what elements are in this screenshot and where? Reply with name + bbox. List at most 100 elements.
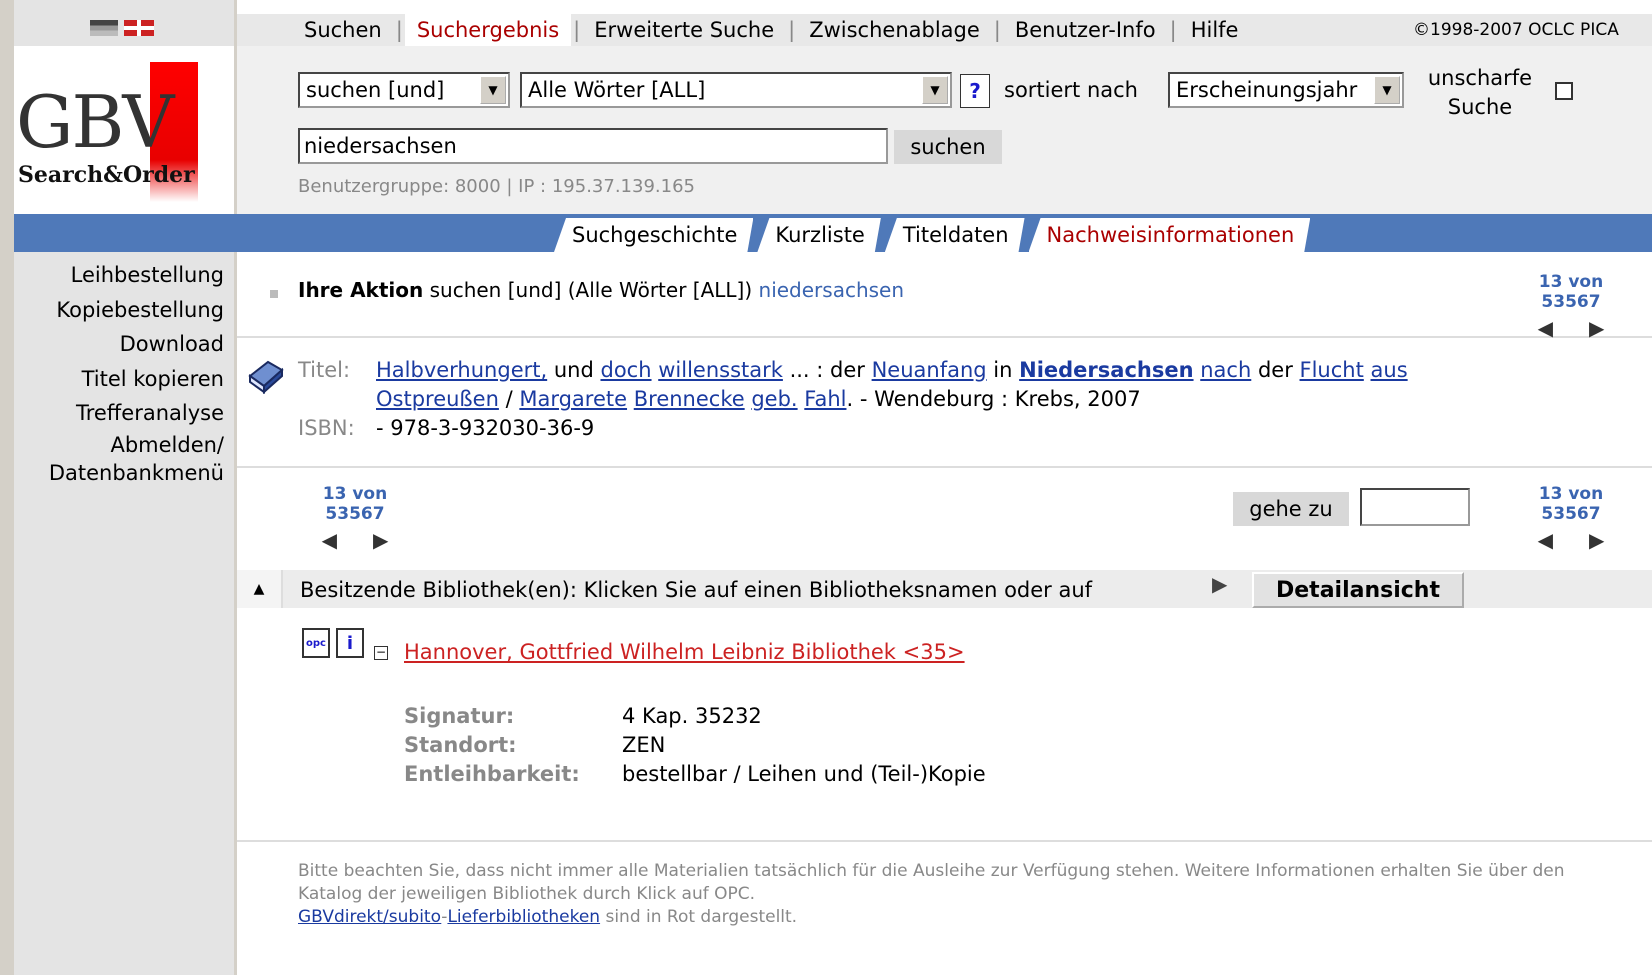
tab-titeldaten[interactable]: Titeldaten [885, 218, 1025, 252]
next-arrow-icon[interactable]: ▶ [1589, 528, 1604, 552]
fuzzy-search-checkbox[interactable] [1555, 82, 1573, 100]
sidebar-item-trefferanalyse[interactable]: Trefferanalyse [14, 396, 224, 431]
search-input[interactable]: niedersachsen [298, 128, 888, 164]
goto-input[interactable] [1360, 488, 1470, 526]
title-word-link[interactable]: Fahl [804, 387, 846, 411]
dropdown-arrow-icon[interactable]: ▼ [480, 76, 506, 104]
index-select[interactable]: Alle Wörter [ALL] ▼ [520, 72, 952, 108]
title-word-link[interactable]: Niedersachsen [1019, 358, 1193, 382]
language-flags [90, 20, 154, 36]
top-menu: Suchen | Suchergebnis | Erweiterte Suche… [292, 14, 1250, 46]
collapse-up-icon[interactable]: ▲ [237, 570, 283, 608]
title-word-link[interactable]: Flucht [1300, 358, 1364, 382]
left-pager: 13 von 53567 ◀ ▶ [292, 484, 418, 552]
title-word-link[interactable]: willensstark [658, 358, 783, 382]
sidebar-item-datenbankmenu[interactable]: Datenbankmenü [14, 459, 224, 487]
sidebar-item-download[interactable]: Download [14, 327, 224, 362]
pager-arrows: ◀ ▶ [1508, 528, 1634, 552]
opc-icon[interactable]: opc [302, 628, 330, 658]
library-icons: opc i [302, 628, 364, 658]
title-word-link[interactable]: Ostpreußen [376, 387, 499, 411]
entleihbarkeit-label: Entleihbarkeit: [404, 762, 580, 786]
title-label: Titel: [298, 358, 351, 382]
menu-divider: | [395, 18, 403, 42]
action-label: Ihre Aktion [298, 278, 424, 302]
tab-suchgeschichte[interactable]: Suchgeschichte [554, 218, 753, 252]
info-icon[interactable]: i [336, 628, 364, 658]
menu-erweiterte-suche[interactable]: Erweiterte Suche [582, 18, 786, 42]
result-counter: 13 von 53567 [1538, 484, 1604, 524]
logo-gbv: GBV [16, 80, 174, 164]
operator-select[interactable]: suchen [und] ▼ [298, 72, 510, 108]
standort-value: ZEN [622, 733, 666, 757]
title-word-link[interactable]: doch [600, 358, 651, 382]
isbn-value: - 978-3-932030-36-9 [376, 416, 595, 440]
menu-suchen[interactable]: Suchen [292, 18, 394, 42]
index-value: Alle Wörter [ALL] [528, 78, 706, 102]
title-word-link[interactable]: Brennecke [634, 387, 745, 411]
sidebar-item-leihbestellung[interactable]: Leihbestellung [14, 258, 224, 293]
title-line-1: Halbverhungert, und doch willensstark ..… [376, 358, 1408, 382]
lieferbibliotheken-link[interactable]: Lieferbibliotheken [447, 907, 600, 927]
title-word-link[interactable]: Neuanfang [872, 358, 987, 382]
title-text: / [498, 387, 520, 411]
title-word-link[interactable]: nach [1200, 358, 1251, 382]
title-word-link[interactable]: aus [1371, 358, 1408, 382]
tab-nachweisinformationen[interactable]: Nachweisinformationen [1029, 218, 1311, 252]
prev-arrow-icon[interactable]: ◀ [1538, 528, 1553, 552]
prev-arrow-icon[interactable]: ◀ [1538, 316, 1553, 340]
menu-hilfe[interactable]: Hilfe [1179, 18, 1251, 42]
action-text: suchen [und] (Alle Wörter [ALL]) [429, 278, 753, 302]
collapse-minus-icon[interactable]: − [374, 646, 388, 660]
menu-divider: | [788, 18, 796, 42]
note-suffix: sind in Rot dargestellt. [600, 907, 798, 927]
library-name-link[interactable]: Hannover, Gottfried Wilhelm Leibniz Bibl… [404, 640, 965, 664]
goto-button[interactable]: gehe zu [1233, 492, 1349, 526]
sidebar-menu: Leihbestellung Kopiebestellung Download … [14, 258, 224, 487]
menu-divider: | [1169, 18, 1177, 42]
menu-suchergebnis[interactable]: Suchergebnis [404, 14, 572, 46]
footer-note: Bitte beachten Sie, dass nicht immer all… [298, 860, 1618, 929]
tab-kurzliste[interactable]: Kurzliste [757, 218, 880, 252]
detail-view-button[interactable]: Detailansicht [1252, 572, 1464, 608]
uk-flag-icon[interactable] [124, 20, 154, 36]
title-text: in [986, 358, 1020, 382]
german-flag-icon[interactable] [90, 20, 118, 36]
gbvdirekt-link[interactable]: GBVdirekt/subito [298, 907, 441, 927]
dropdown-arrow-icon[interactable]: ▼ [1374, 76, 1400, 104]
next-arrow-icon[interactable]: ▶ [1589, 316, 1604, 340]
bullet [270, 290, 278, 298]
sidebar-item-kopiebestellung[interactable]: Kopiebestellung [14, 293, 224, 328]
search-button[interactable]: suchen [894, 130, 1002, 164]
pager-arrows: ◀ ▶ [292, 528, 418, 552]
usergroup-info: Benutzergruppe: 8000 | IP : 195.37.139.1… [298, 176, 695, 197]
help-button[interactable]: ? [960, 74, 990, 108]
next-arrow-icon[interactable]: ▶ [373, 528, 388, 552]
fuzzy-search-label: unscharfe Suche [1414, 64, 1546, 122]
logo-search-order: Search&Order [18, 162, 195, 188]
operator-value: suchen [und] [306, 78, 445, 102]
menu-zwischenablage[interactable]: Zwischenablage [797, 18, 992, 42]
menu-benutzer-info[interactable]: Benutzer-Info [1003, 18, 1168, 42]
right-pager: 13 von 53567 ◀ ▶ [1508, 484, 1634, 552]
fuzzy-line-2: Suche [1447, 95, 1513, 119]
result-tabs: Suchgeschichte Kurzliste Titeldaten Nach… [554, 214, 1314, 252]
title-text [1364, 358, 1371, 382]
sort-select[interactable]: Erscheinungsjahr ▼ [1168, 72, 1404, 108]
title-word-link[interactable]: Halbverhungert, [376, 358, 547, 382]
menu-divider: | [993, 18, 1001, 42]
action-summary: Ihre Aktion suchen [und] (Alle Wörter [A… [298, 278, 904, 302]
prev-arrow-icon[interactable]: ◀ [322, 528, 337, 552]
note-text: Bitte beachten Sie, dass nicht immer all… [298, 861, 1565, 904]
dropdown-arrow-icon[interactable]: ▼ [922, 76, 948, 104]
action-term-link[interactable]: niedersachsen [759, 278, 905, 302]
fuzzy-line-1: unscharfe [1427, 66, 1533, 90]
title-word-link[interactable]: Margarete [519, 387, 627, 411]
sort-value: Erscheinungsjahr [1176, 78, 1358, 102]
pager-arrows: ◀ ▶ [1508, 316, 1634, 340]
title-word-link[interactable]: geb. [751, 387, 797, 411]
title-block: Titel: Halbverhungert, und doch willensst… [298, 356, 1408, 443]
sidebar-item-abmelden[interactable]: Abmelden/ [14, 431, 224, 459]
top-pager: 13 von 53567 ◀ ▶ [1508, 272, 1634, 340]
sidebar-item-titel-kopieren[interactable]: Titel kopieren [14, 362, 224, 397]
